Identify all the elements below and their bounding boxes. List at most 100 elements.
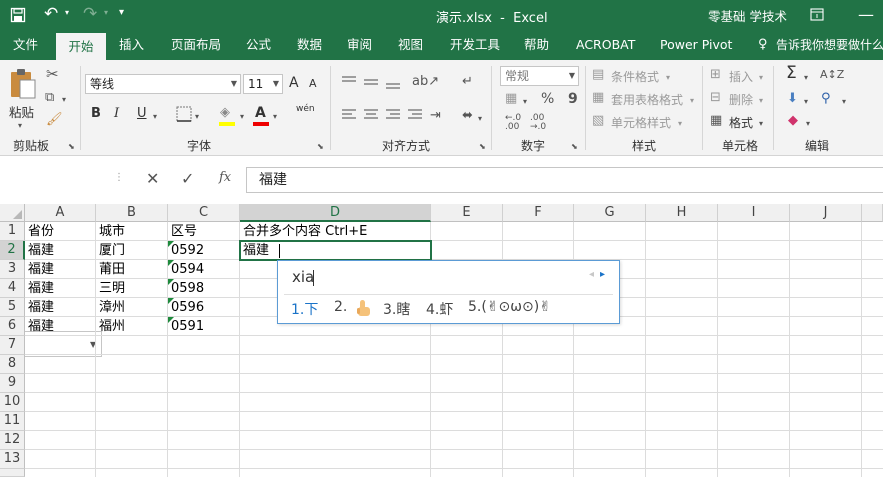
- merge-center-icon[interactable]: ⬌: [462, 108, 473, 124]
- fill-dropdown-icon[interactable]: ▾: [804, 94, 808, 110]
- cell-b3[interactable]: 莆田: [96, 261, 125, 279]
- borders-icon[interactable]: [176, 106, 192, 122]
- tab-acrobat[interactable]: ACROBAT: [576, 30, 635, 60]
- comma-button[interactable]: 9: [568, 91, 578, 107]
- number-format-combo[interactable]: 常规 ▼: [500, 66, 579, 86]
- undo-dropdown-icon[interactable]: ▾: [65, 8, 69, 17]
- merge-dropdown-icon[interactable]: ▾: [478, 111, 482, 127]
- cell-c6[interactable]: 0591: [168, 318, 204, 336]
- accounting-format-icon[interactable]: ▦: [505, 91, 517, 107]
- tab-review[interactable]: 审阅: [347, 30, 372, 60]
- horizontal-align-icons[interactable]: [340, 107, 430, 123]
- format-painter-icon[interactable]: 🖌: [46, 112, 63, 128]
- row-header[interactable]: 10: [0, 393, 25, 412]
- enter-button[interactable]: ✓: [181, 169, 194, 188]
- copy-dropdown-icon[interactable]: ▾: [62, 92, 66, 108]
- tab-help[interactable]: 帮助: [524, 30, 549, 60]
- indent-icon[interactable]: ⇥: [430, 108, 441, 124]
- font-launcher-icon[interactable]: ⬊: [317, 139, 324, 155]
- wrap-text-icon[interactable]: ↵: [462, 74, 473, 90]
- tab-home[interactable]: 开始: [56, 33, 106, 60]
- font-size-combo[interactable]: 11 ▼: [243, 74, 283, 94]
- cut-icon[interactable]: ✂: [46, 66, 59, 82]
- row-header[interactable]: 2: [0, 241, 25, 260]
- ime-candidate-4[interactable]: 4.虾: [426, 299, 453, 319]
- column-header[interactable]: F: [503, 204, 574, 222]
- cell-b5[interactable]: 漳州: [96, 299, 125, 317]
- column-header[interactable]: J: [790, 204, 862, 222]
- cell-c3[interactable]: 0594: [168, 261, 204, 279]
- select-all-corner[interactable]: [0, 204, 25, 222]
- tab-file[interactable]: 文件: [13, 30, 38, 60]
- ime-candidate-window[interactable]: xia ◂ ▸ 1.下 2. 3.瞎 4.虾 5.(✌⊙ω⊙)✌: [277, 260, 620, 324]
- autosum-icon[interactable]: Σ: [786, 65, 797, 82]
- tell-me-search[interactable]: 告诉我你想要做什么: [776, 30, 883, 60]
- cell-c1[interactable]: 区号: [168, 223, 197, 241]
- italic-button[interactable]: I: [114, 106, 119, 121]
- row-header[interactable]: 9: [0, 374, 25, 393]
- column-header[interactable]: A: [25, 204, 96, 222]
- active-cell-d2[interactable]: 福建: [239, 240, 432, 261]
- row-header[interactable]: 7: [0, 336, 25, 355]
- save-icon[interactable]: [10, 7, 26, 23]
- row-header[interactable]: 4: [0, 279, 25, 298]
- fill-dropdown-icon[interactable]: ▾: [240, 109, 244, 125]
- column-header[interactable]: C: [168, 204, 240, 222]
- insert-function-button[interactable]: fx: [219, 170, 231, 185]
- font-color-button[interactable]: A: [255, 105, 266, 121]
- tab-data[interactable]: 数据: [297, 30, 322, 60]
- cell-a6[interactable]: 福建: [25, 318, 54, 336]
- row-header[interactable]: 12: [0, 431, 25, 450]
- worksheet-grid[interactable]: A B C D E F G H I J 1 2 3 4 5 6 7 8 9 10…: [0, 204, 883, 477]
- row-header[interactable]: 6: [0, 317, 25, 336]
- bold-button[interactable]: B: [91, 106, 101, 121]
- cell-a3[interactable]: 福建: [25, 261, 54, 279]
- fill-color-icon[interactable]: ◈: [220, 105, 230, 121]
- fill-icon[interactable]: ⬇: [787, 91, 798, 107]
- cell-a2[interactable]: 福建: [25, 242, 54, 260]
- increase-decimal-icon[interactable]: ←.0.00: [505, 114, 521, 132]
- copy-icon[interactable]: ⧉: [45, 90, 54, 106]
- font-name-combo[interactable]: 等线 ▼: [85, 74, 241, 94]
- column-header[interactable]: E: [431, 204, 503, 222]
- cell-c4[interactable]: 0598: [168, 280, 204, 298]
- cell-c5[interactable]: 0596: [168, 299, 204, 317]
- number-launcher-icon[interactable]: ⬊: [571, 139, 578, 155]
- clear-dropdown-icon[interactable]: ▾: [806, 116, 810, 132]
- qat-more-icon[interactable]: ▾: [119, 7, 124, 18]
- delete-cells-button[interactable]: 删除: [729, 91, 753, 108]
- insert-cells-button[interactable]: 插入: [729, 68, 753, 85]
- row-header[interactable]: 11: [0, 412, 25, 431]
- minimize-icon[interactable]: —: [858, 5, 874, 24]
- accounting-dropdown-icon[interactable]: ▾: [523, 94, 527, 110]
- format-as-table-button[interactable]: 套用表格格式: [611, 91, 683, 108]
- tab-view[interactable]: 视图: [398, 30, 423, 60]
- cell-a1[interactable]: 省份: [25, 223, 54, 241]
- autosum-dropdown-icon[interactable]: ▾: [804, 70, 808, 86]
- tab-page-layout[interactable]: 页面布局: [171, 30, 221, 60]
- underline-dropdown-icon[interactable]: ▾: [153, 109, 157, 125]
- cell-a5[interactable]: 福建: [25, 299, 54, 317]
- tab-developer[interactable]: 开发工具: [450, 30, 500, 60]
- tab-insert[interactable]: 插入: [119, 30, 144, 60]
- cell-a4[interactable]: 福建: [25, 280, 54, 298]
- tab-formulas[interactable]: 公式: [246, 30, 271, 60]
- row-header[interactable]: 5: [0, 298, 25, 317]
- orientation-icon[interactable]: ab↗: [412, 74, 439, 90]
- formula-input[interactable]: 福建: [246, 167, 883, 193]
- shrink-font-button[interactable]: A: [309, 77, 317, 90]
- cancel-button[interactable]: ✕: [146, 169, 159, 188]
- ime-candidate-2[interactable]: 2.: [334, 299, 347, 315]
- cell-b4[interactable]: 三明: [96, 280, 125, 298]
- sort-filter-icon[interactable]: A↕Z: [820, 67, 844, 83]
- phonetic-guide-button[interactable]: wén: [296, 104, 315, 114]
- paste-dropdown-icon[interactable]: ▾: [18, 118, 22, 134]
- find-select-icon[interactable]: ⚲: [821, 91, 831, 107]
- ime-next-page-icon[interactable]: ▸: [600, 269, 605, 280]
- borders-dropdown-icon[interactable]: ▾: [195, 109, 199, 125]
- redo-icon[interactable]: ↷: [83, 4, 97, 24]
- clear-icon[interactable]: ◆: [788, 113, 798, 129]
- grow-font-button[interactable]: A: [289, 75, 299, 91]
- cell-styles-button[interactable]: 单元格样式: [611, 114, 671, 131]
- column-header[interactable]: I: [718, 204, 790, 222]
